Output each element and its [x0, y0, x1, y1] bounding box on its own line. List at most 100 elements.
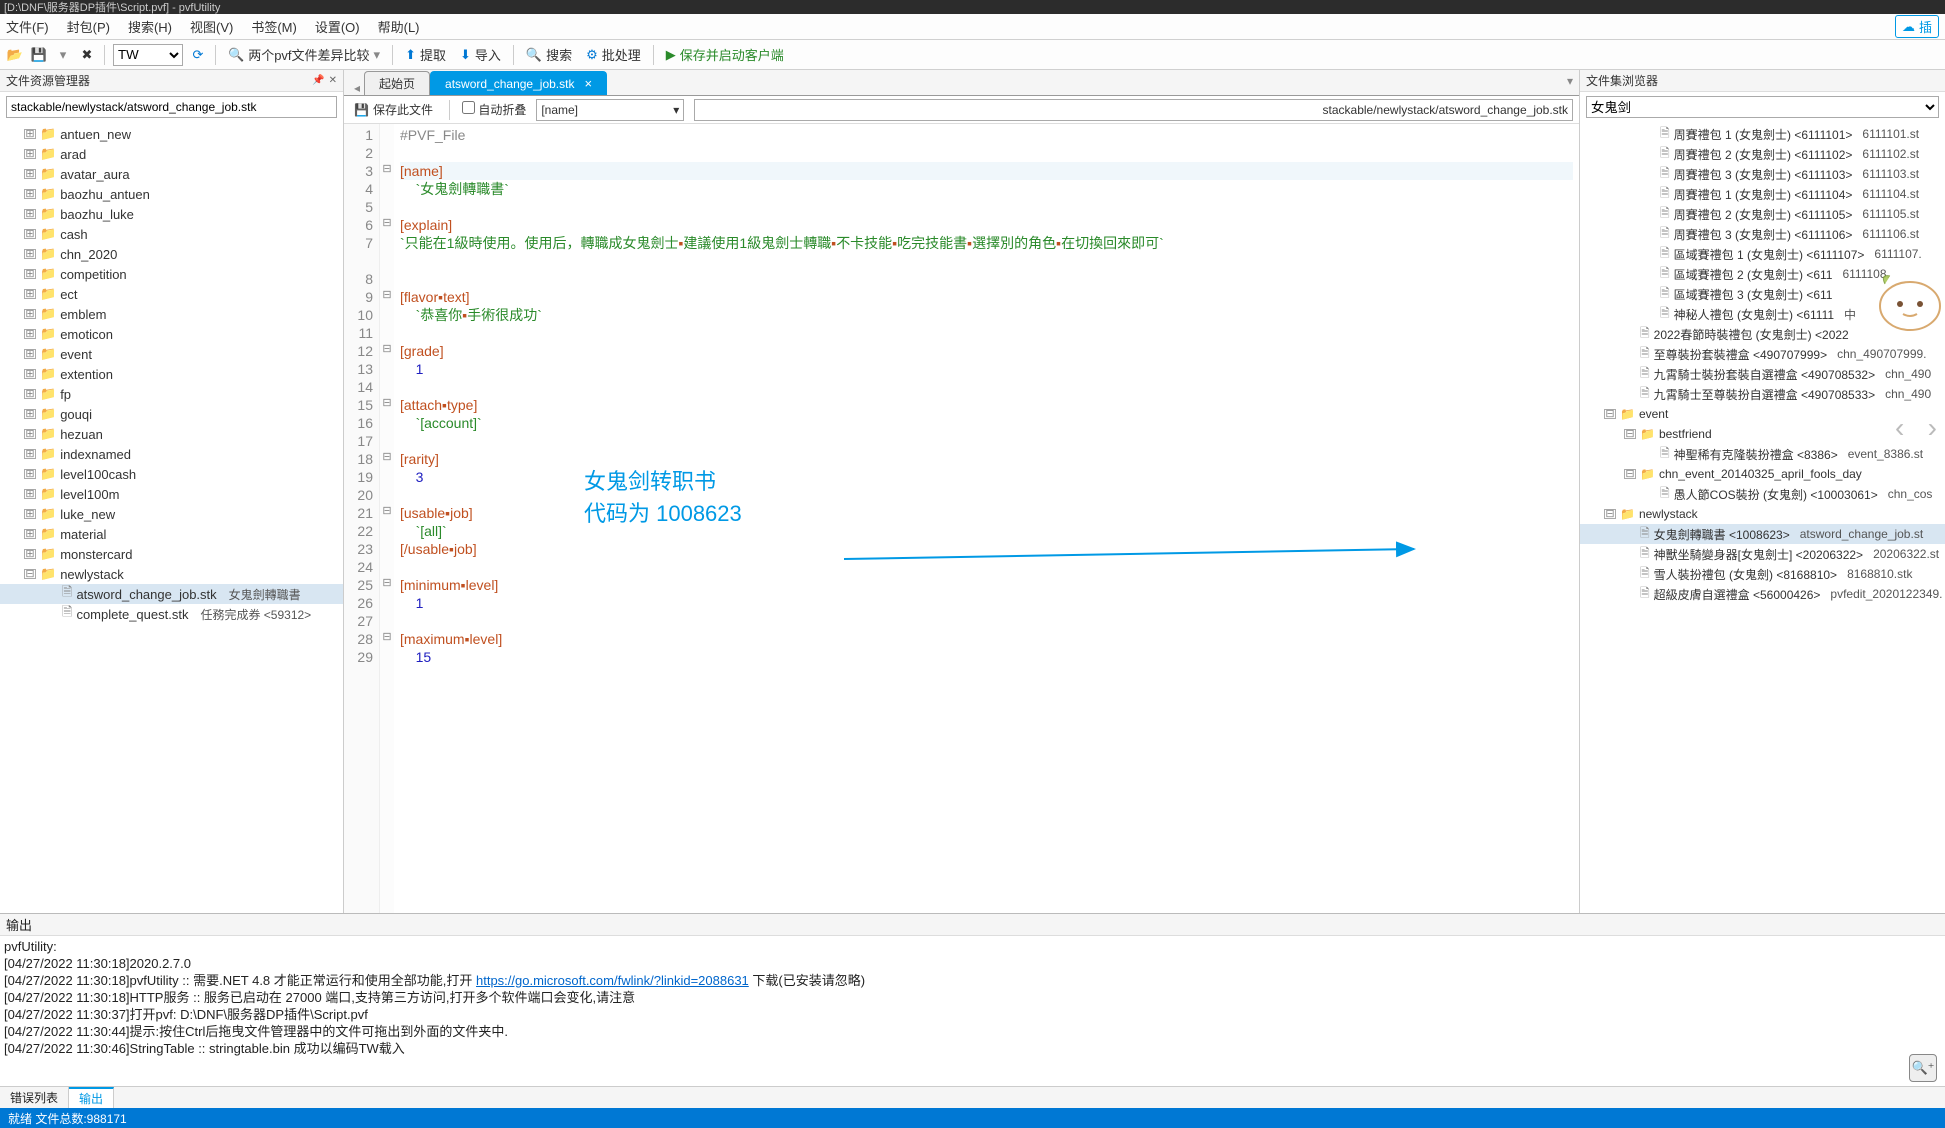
tree-folder[interactable]: ⊞📁ect	[0, 284, 343, 304]
tree-folder[interactable]: ⊞📁level100cash	[0, 464, 343, 484]
fileset-item[interactable]: 🗎神聖稀有克隆裝扮禮盒 <8386>event_8386.st	[1580, 444, 1945, 464]
output-body[interactable]: pvfUtility:[04/27/2022 11:30:18]2020.2.7…	[0, 936, 1945, 1059]
tree-file[interactable]: 🗎complete_quest.stk任務完成券 <59312>	[0, 604, 343, 624]
tab-output[interactable]: 输出	[69, 1087, 114, 1109]
play-icon: ▶	[666, 47, 676, 63]
menu-file[interactable]: 文件(F)	[6, 17, 49, 36]
tab-start[interactable]: 起始页	[364, 71, 430, 95]
tree-folder[interactable]: ⊞📁avatar_aura	[0, 164, 343, 184]
tree-file[interactable]: 🗎atsword_change_job.stk女鬼劍轉職書	[0, 584, 343, 604]
fileset-item[interactable]: 🗎周賽禮包 3 (女鬼劍士) <6111103>6111103.st	[1580, 164, 1945, 184]
fileset-item[interactable]: 🗎周賽禮包 3 (女鬼劍士) <6111106>6111106.st	[1580, 224, 1945, 244]
extract-icon: ⬆	[405, 47, 416, 63]
tree-folder[interactable]: ⊞📁level100m	[0, 484, 343, 504]
code-editor[interactable]: 1234567891011121314151617181920212223242…	[344, 124, 1579, 913]
import-button[interactable]: ⬇导入	[456, 43, 505, 66]
menu-settings[interactable]: 设置(O)	[315, 17, 360, 36]
menu-bookmark[interactable]: 书签(M)	[251, 17, 297, 36]
tree-folder[interactable]: ⊞📁gouqi	[0, 404, 343, 424]
save-icon[interactable]: 💾	[30, 46, 48, 64]
zoom-button[interactable]: 🔍⁺	[1909, 1054, 1937, 1082]
refresh-icon[interactable]: ⟳	[189, 46, 207, 64]
tree-folder[interactable]: ⊞📁luke_new	[0, 504, 343, 524]
fileset-item[interactable]: 🗎周賽禮包 2 (女鬼劍士) <6111102>6111102.st	[1580, 144, 1945, 164]
section-dropdown[interactable]: [name]▾	[536, 99, 684, 121]
fileset-item[interactable]: 🗎至尊裝扮套裝禮盒 <490707999>chn_490707999.	[1580, 344, 1945, 364]
open-icon[interactable]: 📂	[6, 46, 24, 64]
fileset-item[interactable]: 🗎超級皮膚自選禮盒 <56000426>pvfedit_2020122349.	[1580, 584, 1945, 604]
fileset-folder[interactable]: ⊟📁newlystack	[1580, 504, 1945, 524]
menu-search[interactable]: 搜索(H)	[128, 17, 172, 36]
editor-panel: ◂ 起始页 atsword_change_job.stk × ▾ 💾保存此文件 …	[344, 70, 1579, 913]
fileset-item[interactable]: 🗎九霄騎士至尊裝扮自選禮盒 <490708533>chn_490	[1580, 384, 1945, 404]
fileset-item[interactable]: 🗎女鬼劍轉職書 <1008623>atsword_change_job.st	[1580, 524, 1945, 544]
extract-button[interactable]: ⬆提取	[401, 43, 450, 66]
region-select[interactable]: TW	[113, 44, 183, 66]
fileset-item[interactable]: 🗎愚人節COS裝扮 (女鬼劍) <10003061>chn_cos	[1580, 484, 1945, 504]
fileset-item[interactable]: 🗎周賽禮包 1 (女鬼劍士) <6111104>6111104.st	[1580, 184, 1945, 204]
fileset-folder[interactable]: ⊟📁bestfriend	[1580, 424, 1945, 444]
tree-folder[interactable]: ⊞📁event	[0, 344, 343, 364]
save-launch-button[interactable]: ▶保存并启动客户端	[662, 43, 788, 66]
save-dropdown-icon[interactable]: ▾	[54, 46, 72, 64]
autofold-checkbox[interactable]: 自动折叠	[462, 101, 526, 118]
menu-package[interactable]: 封包(P)	[67, 17, 110, 36]
path-input[interactable]	[6, 96, 337, 118]
tab-active-file[interactable]: atsword_change_job.stk ×	[430, 71, 607, 95]
fileset-item[interactable]: 🗎九霄騎士裝扮套裝自選禮盒 <490708532>chn_490	[1580, 364, 1945, 384]
tree-folder[interactable]: ⊞📁emoticon	[0, 324, 343, 344]
menu-help[interactable]: 帮助(L)	[378, 17, 420, 36]
tabs-dropdown-icon[interactable]: ▾	[1567, 74, 1573, 88]
save-file-button[interactable]: 💾保存此文件	[350, 99, 437, 120]
fileset-item[interactable]: 🗎周賽禮包 1 (女鬼劍士) <6111101>6111101.st	[1580, 124, 1945, 144]
tree-folder[interactable]: ⊞📁emblem	[0, 304, 343, 324]
tab-close-icon[interactable]: ×	[584, 76, 592, 91]
tree-folder[interactable]: ⊞📁antuen_new	[0, 124, 343, 144]
search-icon: 🔍	[526, 47, 542, 63]
cloud-label: 插	[1919, 17, 1932, 36]
tree-folder[interactable]: ⊞📁competition	[0, 264, 343, 284]
fileset-item[interactable]: 🗎神秘人禮包 (女鬼劍士) <61111中	[1580, 304, 1945, 324]
tree-folder[interactable]: ⊞📁extention	[0, 364, 343, 384]
fileset-item[interactable]: 🗎區域賽禮包 3 (女鬼劍士) <611	[1580, 284, 1945, 304]
tree-folder[interactable]: ⊞📁monstercard	[0, 544, 343, 564]
fileset-folder[interactable]: ⊟📁chn_event_20140325_april_fools_day	[1580, 464, 1945, 484]
tree-folder[interactable]: ⊞📁baozhu_antuen	[0, 184, 343, 204]
fileset-folder[interactable]: ⊟📁event	[1580, 404, 1945, 424]
tabs-prev-icon[interactable]: ◂	[354, 81, 360, 95]
fileset-tree[interactable]: ‹ › 🗎周賽禮包 1 (女鬼劍士) <6111101>6111101.st🗎周…	[1580, 122, 1945, 913]
tree-folder[interactable]: ⊞📁cash	[0, 224, 343, 244]
menu-view[interactable]: 视图(V)	[190, 17, 233, 36]
batch-button[interactable]: ⚙批处理	[582, 43, 645, 66]
panel-close-icon[interactable]: ✕	[329, 75, 337, 86]
cloud-icon: ☁	[1902, 19, 1915, 35]
tree-folder[interactable]: ⊞📁hezuan	[0, 424, 343, 444]
statusbar: 就绪 文件总数:988171	[0, 1108, 1945, 1128]
panel-title: 文件集浏览器	[1580, 70, 1945, 92]
cloud-button[interactable]: ☁ 插	[1895, 15, 1939, 38]
tree-folder[interactable]: ⊞📁material	[0, 524, 343, 544]
filter-select[interactable]: 女鬼剑	[1586, 96, 1939, 118]
batch-icon: ⚙	[586, 47, 598, 63]
file-tree[interactable]: ⊞📁antuen_new⊞📁arad⊞📁avatar_aura⊞📁baozhu_…	[0, 122, 343, 913]
window-title: [D:\DNF\服务器DP插件\Script.pvf] - pvfUtility	[4, 0, 220, 15]
tree-folder[interactable]: ⊞📁chn_2020	[0, 244, 343, 264]
close-icon[interactable]: ✖	[78, 46, 96, 64]
fileset-item[interactable]: 🗎區域賽禮包 1 (女鬼劍士) <6111107>6111107.	[1580, 244, 1945, 264]
tree-folder[interactable]: ⊞📁baozhu_luke	[0, 204, 343, 224]
search-button[interactable]: 🔍搜索	[522, 43, 576, 66]
tree-folder[interactable]: ⊞📁arad	[0, 144, 343, 164]
fileset-item[interactable]: 🗎2022春節時裝禮包 (女鬼劍士) <2022	[1580, 324, 1945, 344]
tree-folder[interactable]: ⊞📁fp	[0, 384, 343, 404]
editor-path: stackable/newlystack/atsword_change_job.…	[694, 99, 1573, 121]
tab-errors[interactable]: 错误列表	[0, 1087, 69, 1109]
diff-button[interactable]: 🔍两个pvf文件差异比较▾	[224, 43, 384, 66]
fileset-item[interactable]: 🗎雪人裝扮禮包 (女鬼劍) <8168810>8168810.stk	[1580, 564, 1945, 584]
file-explorer-panel: 文件资源管理器 📌 ✕ ⊞📁antuen_new⊞📁arad⊞📁avatar_a…	[0, 70, 344, 913]
fileset-item[interactable]: 🗎神獸坐騎變身器[女鬼劍士] <20206322>20206322.st	[1580, 544, 1945, 564]
tree-folder[interactable]: ⊟📁newlystack	[0, 564, 343, 584]
tree-folder[interactable]: ⊞📁indexnamed	[0, 444, 343, 464]
fileset-item[interactable]: 🗎周賽禮包 2 (女鬼劍士) <6111105>6111105.st	[1580, 204, 1945, 224]
pin-icon[interactable]: 📌	[312, 75, 324, 86]
fileset-item[interactable]: 🗎區域賽禮包 2 (女鬼劍士) <6116111108.	[1580, 264, 1945, 284]
